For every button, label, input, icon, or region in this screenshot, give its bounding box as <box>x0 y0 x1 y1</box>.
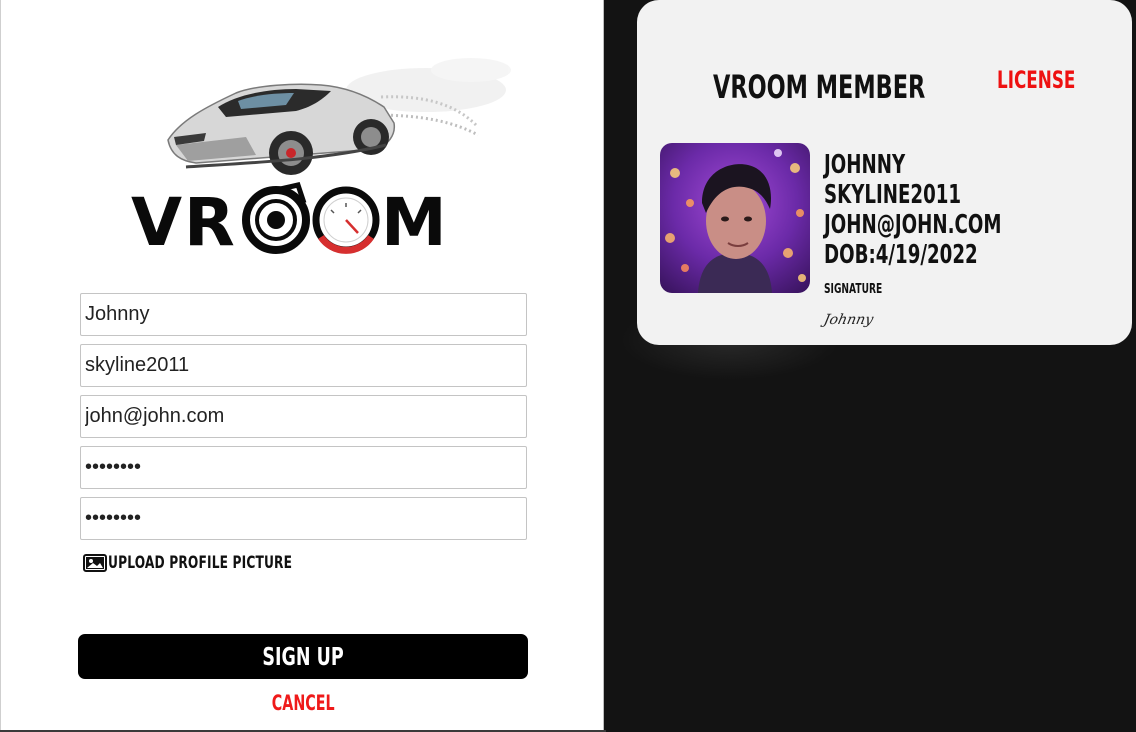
license-label: LICENSE <box>997 66 1076 94</box>
card-title: VROOM MEMBER <box>713 68 926 106</box>
signature-value: Johnny <box>822 312 875 328</box>
card-username: SKYLINE2011 <box>824 180 962 210</box>
confirm-password-input[interactable] <box>80 497 527 540</box>
image-icon <box>83 554 107 572</box>
signature-label: SIGNATURE <box>824 282 883 297</box>
signup-label: Sign Up <box>262 642 344 671</box>
svg-text:V: V <box>131 184 182 260</box>
member-license-card: VROOM MEMBER LICENSE JOHNNY SKYLINE2011 … <box>637 0 1132 345</box>
card-dob: DOB:4/19/2022 <box>824 240 978 270</box>
profile-photo <box>660 143 810 293</box>
card-email: JOHN@JOHN.COM <box>824 210 1002 240</box>
upload-label: Upload Profile Picture <box>108 553 293 573</box>
vroom-wordmark: V R M <box>131 182 447 260</box>
cancel-link[interactable]: Cancel <box>203 688 403 718</box>
cancel-label: Cancel <box>271 691 335 715</box>
signup-panel: V R M Upload Profile Pictur <box>0 0 604 730</box>
username-input[interactable] <box>80 344 527 387</box>
password-input[interactable] <box>80 446 527 489</box>
email-input[interactable] <box>80 395 527 438</box>
svg-text:M: M <box>381 184 447 260</box>
svg-text:R: R <box>184 184 235 260</box>
card-name: JOHNNY <box>824 150 906 180</box>
name-input[interactable] <box>80 293 527 336</box>
vroom-logo: V R M <box>131 58 511 260</box>
upload-profile-picture-button[interactable]: Upload Profile Picture <box>83 550 364 576</box>
car-illustration <box>167 83 396 175</box>
signup-button[interactable]: Sign Up <box>78 634 528 679</box>
